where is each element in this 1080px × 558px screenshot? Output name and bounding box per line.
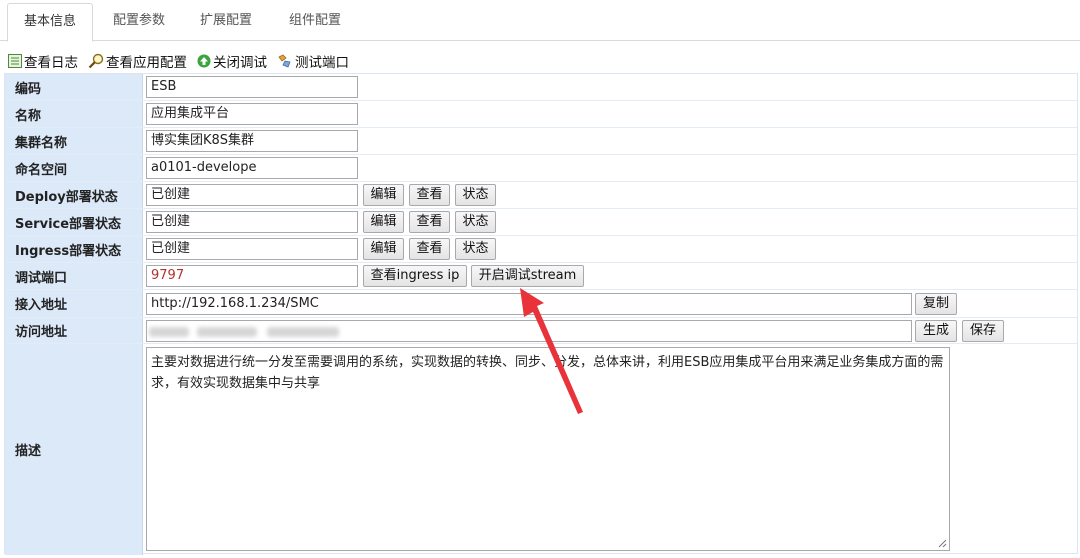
tab-config-params[interactable]: 配置参数 bbox=[99, 3, 179, 41]
redacted-text bbox=[267, 327, 339, 337]
resize-grip-icon[interactable] bbox=[938, 539, 947, 548]
name-input[interactable]: 应用集成平台 bbox=[146, 103, 358, 125]
tab-bar: 基本信息 配置参数 扩展配置 组件配置 bbox=[0, 0, 1080, 42]
test-port-label: 测试端口 bbox=[295, 55, 349, 71]
magnifier-icon bbox=[88, 53, 104, 69]
cluster-input[interactable]: 博实集团K8S集群 bbox=[146, 130, 358, 152]
row-cluster: 集群名称 博实集团K8S集群 bbox=[5, 128, 1077, 155]
tab-extended-config[interactable]: 扩展配置 bbox=[186, 3, 266, 41]
service-view-button[interactable]: 查看 bbox=[409, 211, 450, 233]
service-edit-button[interactable]: 编辑 bbox=[363, 211, 404, 233]
row-access-address: 接入地址 http://192.168.1.234/SMC 复制 bbox=[5, 290, 1077, 318]
ingress-status-input[interactable]: 已创建 bbox=[146, 238, 358, 260]
redacted-text bbox=[197, 327, 257, 337]
row-description: 描述 主要对数据进行统一分发至需要调用的系统，实现数据的转换、同步、分发，总体来… bbox=[5, 344, 1077, 555]
deploy-status-input[interactable]: 已创建 bbox=[146, 184, 358, 206]
tab-component-config[interactable]: 组件配置 bbox=[275, 3, 355, 41]
row-namespace: 命名空间 a0101-develope bbox=[5, 155, 1077, 182]
list-icon bbox=[8, 54, 22, 68]
ingress-status-button[interactable]: 状态 bbox=[455, 238, 496, 260]
test-port-button[interactable]: 测试端口 bbox=[277, 51, 349, 71]
save-button[interactable]: 保存 bbox=[962, 320, 1004, 342]
row-code: 编码 ESB bbox=[5, 74, 1077, 101]
service-status-input[interactable]: 已创建 bbox=[146, 211, 358, 233]
namespace-label: 命名空间 bbox=[5, 155, 143, 181]
row-debug-port: 调试端口 9797 查看ingress ip 开启调试stream bbox=[5, 263, 1077, 290]
row-deploy-status: Deploy部署状态 已创建 编辑 查看 状态 bbox=[5, 182, 1077, 209]
code-input[interactable]: ESB bbox=[146, 76, 358, 98]
description-label: 描述 bbox=[5, 344, 143, 555]
visit-address-label: 访问地址 bbox=[5, 318, 143, 343]
deploy-status-label: Deploy部署状态 bbox=[5, 182, 143, 208]
view-log-button[interactable]: 查看日志 bbox=[8, 51, 78, 71]
description-text: 主要对数据进行统一分发至需要调用的系统，实现数据的转换、同步、分发，总体来讲，利… bbox=[151, 355, 944, 391]
close-debug-button[interactable]: 关闭调试 bbox=[197, 51, 267, 71]
app-info-form: 编码 ESB 名称 应用集成平台 集群名称 博实集团K8S集群 命名空间 a01… bbox=[4, 73, 1078, 555]
tab-basic-info[interactable]: 基本信息 bbox=[7, 3, 93, 42]
deploy-edit-button[interactable]: 编辑 bbox=[363, 184, 404, 206]
ingress-status-label: Ingress部署状态 bbox=[5, 236, 143, 262]
namespace-input[interactable]: a0101-develope bbox=[146, 157, 358, 179]
row-name: 名称 应用集成平台 bbox=[5, 101, 1077, 128]
row-visit-address: 访问地址 生成 保存 bbox=[5, 318, 1077, 344]
ingress-edit-button[interactable]: 编辑 bbox=[363, 238, 404, 260]
copy-button[interactable]: 复制 bbox=[915, 293, 957, 315]
name-label: 名称 bbox=[5, 101, 143, 127]
green-up-arrow-icon bbox=[197, 54, 211, 68]
view-ingress-ip-button[interactable]: 查看ingress ip bbox=[363, 265, 467, 287]
view-app-config-label: 查看应用配置 bbox=[106, 55, 187, 71]
start-debug-stream-button[interactable]: 开启调试stream bbox=[471, 265, 584, 287]
generate-button[interactable]: 生成 bbox=[915, 320, 957, 342]
debug-port-input[interactable]: 9797 bbox=[146, 265, 358, 287]
description-textarea[interactable]: 主要对数据进行统一分发至需要调用的系统，实现数据的转换、同步、分发，总体来讲，利… bbox=[146, 347, 950, 551]
code-label: 编码 bbox=[5, 74, 143, 100]
toolbar: 查看日志 查看应用配置 关闭调试 测试端口 bbox=[8, 50, 349, 72]
ingress-view-button[interactable]: 查看 bbox=[409, 238, 450, 260]
row-ingress-status: Ingress部署状态 已创建 编辑 查看 状态 bbox=[5, 236, 1077, 263]
row-service-status: Service部署状态 已创建 编辑 查看 状态 bbox=[5, 209, 1077, 236]
service-status-label: Service部署状态 bbox=[5, 209, 143, 235]
access-address-label: 接入地址 bbox=[5, 290, 143, 317]
cluster-label: 集群名称 bbox=[5, 128, 143, 154]
deploy-status-button[interactable]: 状态 bbox=[455, 184, 496, 206]
debug-port-label: 调试端口 bbox=[5, 263, 143, 289]
redacted-text bbox=[149, 327, 189, 337]
deploy-view-button[interactable]: 查看 bbox=[409, 184, 450, 206]
access-address-input[interactable]: http://192.168.1.234/SMC bbox=[146, 293, 912, 315]
view-app-config-button[interactable]: 查看应用配置 bbox=[88, 51, 187, 71]
service-status-button[interactable]: 状态 bbox=[455, 211, 496, 233]
plug-icon bbox=[278, 54, 291, 68]
visit-address-input[interactable] bbox=[146, 320, 912, 342]
close-debug-label: 关闭调试 bbox=[213, 55, 267, 71]
view-log-label: 查看日志 bbox=[24, 55, 78, 71]
